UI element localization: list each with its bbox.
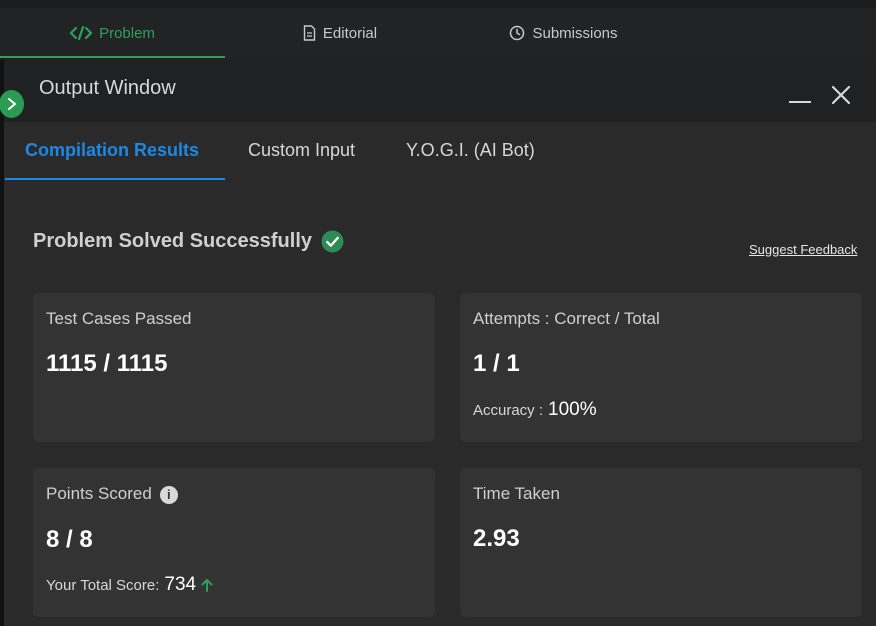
points-label: Points Scored xyxy=(46,484,152,503)
time-card: Time Taken 2.93 xyxy=(460,468,862,617)
document-icon xyxy=(303,25,316,41)
tab-problem-label: Problem xyxy=(99,24,155,42)
accuracy-value: 100% xyxy=(548,399,597,420)
tab-compilation-results[interactable]: Compilation Results xyxy=(25,140,199,180)
attempts-label: Attempts : Correct / Total xyxy=(473,309,660,328)
result-status: Problem Solved Successfully xyxy=(33,230,344,253)
tab-editorial[interactable]: Editorial xyxy=(225,8,455,58)
accuracy-label: Accuracy : xyxy=(473,401,544,419)
active-tab-underline xyxy=(5,178,225,180)
accuracy-row: Accuracy : 100% xyxy=(473,399,597,421)
test-cases-label: Test Cases Passed xyxy=(46,309,192,328)
code-icon xyxy=(70,26,93,40)
time-label: Time Taken xyxy=(473,484,560,503)
clock-icon xyxy=(510,25,525,41)
attempts-value: 1 / 1 xyxy=(473,350,520,377)
attempts-card: Attempts : Correct / Total 1 / 1 Accurac… xyxy=(460,293,862,442)
suggest-feedback-link[interactable]: Suggest Feedback xyxy=(749,242,857,257)
test-cases-value: 1115 / 1115 xyxy=(46,350,168,377)
total-score-row: Your Total Score: 734 xyxy=(46,574,213,596)
info-icon[interactable]: i xyxy=(159,485,178,504)
test-cases-card: Test Cases Passed 1115 / 1115 xyxy=(33,293,435,442)
close-button[interactable] xyxy=(830,84,852,106)
expand-panel-button[interactable] xyxy=(0,90,24,118)
minimize-button[interactable] xyxy=(789,101,811,103)
tab-submissions[interactable]: Submissions xyxy=(455,8,672,58)
arrow-up-icon xyxy=(201,579,213,592)
tab-problem[interactable]: Problem xyxy=(0,8,225,58)
result-status-text: Problem Solved Successfully xyxy=(33,230,312,252)
close-icon xyxy=(831,85,851,105)
points-label-row: Points Scored i xyxy=(46,484,178,504)
total-score-value: 734 xyxy=(164,574,197,595)
time-value: 2.93 xyxy=(473,525,520,552)
chevron-right-icon xyxy=(7,98,16,110)
total-score-label: Your Total Score: xyxy=(46,576,160,594)
tab-custom-input[interactable]: Custom Input xyxy=(248,140,355,180)
check-circle-icon xyxy=(321,230,344,253)
top-tab-bar: Problem Editorial Submissions xyxy=(0,8,876,58)
app-root: Problem Editorial Submissions Output Win… xyxy=(0,0,876,626)
output-window-title: Output Window xyxy=(39,77,176,99)
tab-submissions-label: Submissions xyxy=(532,24,618,42)
points-card: Points Scored i 8 / 8 Your Total Score: 7… xyxy=(33,468,435,617)
tab-editorial-label: Editorial xyxy=(322,24,378,42)
points-value: 8 / 8 xyxy=(46,526,93,553)
tab-yogi-ai-bot[interactable]: Y.O.G.I. (AI Bot) xyxy=(406,140,535,180)
